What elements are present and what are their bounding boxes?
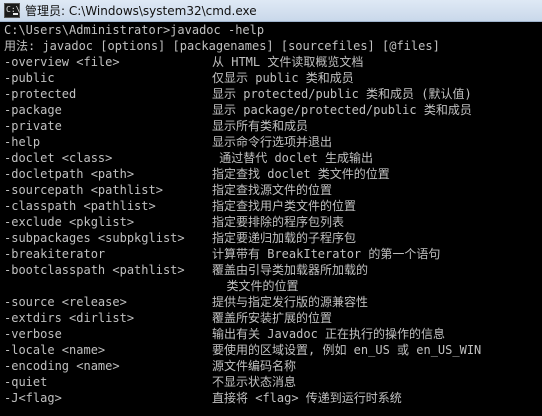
option-description: 类文件的位置 [212,279,299,293]
cmd-window: C:\ 管理员: C:\Windows\system32\cmd.exe C:\… [0,0,542,416]
option-description: 仅显示 public 类和成员 [212,71,354,85]
option-description: 提供与指定发行版的源兼容性 [212,295,369,309]
window-title: 管理员: C:\Windows\system32\cmd.exe [25,4,257,18]
option-name: -package [4,103,62,117]
option-row: -docletpath <path> 指定查找 doclet 类文件的位置 [0,166,542,182]
option-row: -overview <file> 从 HTML 文件读取概览文档 [0,54,542,70]
option-row: -package 显示 package/protected/public 类和成… [0,102,542,118]
option-row: -J<flag> 直接将 <flag> 传递到运行时系统 [0,390,542,406]
option-description: 指定查找用户类文件的位置 [212,199,357,213]
option-name: -exclude <pkglist> [4,215,135,229]
option-row: -breakiterator 计算带有 BreakIterator 的第一个语句 [0,246,542,262]
option-name: -bootclasspath <pathlist> [4,263,185,277]
option-name: -help [4,135,41,149]
option-row: -verbose 输出有关 Javadoc 正在执行的操作的信息 [0,326,542,342]
option-name: -quiet [4,375,48,389]
title-bar[interactable]: C:\ 管理员: C:\Windows\system32\cmd.exe [0,0,542,22]
option-name: -encoding <name> [4,359,120,373]
option-description: 指定要排除的程序包列表 [212,215,345,229]
option-name: -locale <name> [4,343,106,357]
option-name: -extdirs <dirlist> [4,311,135,325]
option-description: 显示命令行选项并退出 [212,135,333,149]
option-name: -overview <file> [4,55,120,69]
option-row: -locale <name> 要使用的区域设置, 例如 en_US 或 en_U… [0,342,542,358]
option-description: 指定查找 doclet 类文件的位置 [212,167,390,181]
option-name: -source <release> [4,295,127,309]
option-row: -subpackages <subpkglist> 指定要递归加载的子程序包 [0,230,542,246]
option-description: 从 HTML 文件读取概览文档 [212,55,364,69]
option-row: -help 显示命令行选项并退出 [0,134,542,150]
cmd-icon-cursor [13,13,18,15]
option-name: -sourcepath <pathlist> [4,183,163,197]
option-description: 显示 protected/public 类和成员 (默认值) [212,87,472,101]
usage-line: 用法: javadoc [options] [packagenames] [so… [4,39,440,53]
cmd-icon[interactable]: C:\ [4,3,20,18]
option-description: 直接将 <flag> 传递到运行时系统 [212,391,402,405]
option-name: -breakiterator [4,247,106,261]
option-row: -doclet <class> 通过替代 doclet 生成输出 [0,150,542,166]
option-description: 显示 package/protected/public 类和成员 [212,103,472,117]
console-output[interactable]: C:\Users\Administrator>javadoc -help 用法:… [0,22,542,416]
option-row: -exclude <pkglist> 指定要排除的程序包列表 [0,214,542,230]
option-name: -subpackages <subpkglist> [4,231,185,245]
option-name: -protected [4,87,77,101]
option-row: -encoding <name> 源文件编码名称 [0,358,542,374]
option-row: -private 显示所有类和成员 [0,118,542,134]
option-row: -protected 显示 protected/public 类和成员 (默认值… [0,86,542,102]
option-description: 源文件编码名称 [212,359,297,373]
option-row: -source <release> 提供与指定发行版的源兼容性 [0,294,542,310]
option-description: 不显示状态消息 [212,375,297,389]
option-description: 输出有关 Javadoc 正在执行的操作的信息 [212,327,446,341]
option-row: -sourcepath <pathlist> 指定查找源文件的位置 [0,182,542,198]
option-row: -extdirs <dirlist> 覆盖所安装扩展的位置 [0,310,542,326]
option-description: 通过替代 doclet 生成输出 [212,151,374,165]
option-name: -J<flag> [4,391,62,405]
option-description: 指定要递归加载的子程序包 [212,231,357,245]
option-row: -public 仅显示 public 类和成员 [0,70,542,86]
option-row: -quiet 不显示状态消息 [0,374,542,390]
option-description: 覆盖所安装扩展的位置 [212,311,333,325]
option-name: -public [4,71,55,85]
option-name: -private [4,119,62,133]
option-name: -docletpath <path> [4,167,135,181]
option-name: -classpath <pathlist> [4,199,156,213]
option-description: 指定查找源文件的位置 [212,183,333,197]
option-description: 显示所有类和成员 [212,119,309,133]
option-row: -classpath <pathlist> 指定查找用户类文件的位置 [0,198,542,214]
option-description: 计算带有 BreakIterator 的第一个语句 [212,247,441,261]
option-name: -verbose [4,327,62,341]
option-row: -bootclasspath <pathlist> 覆盖由引导类加载器所加载的 [0,262,542,278]
option-description: 覆盖由引导类加载器所加载的 [212,263,369,277]
option-row-continuation: 类文件的位置 [0,278,542,294]
option-name: -doclet <class> [4,151,113,165]
command-line: C:\Users\Administrator>javadoc -help [4,23,265,37]
option-description: 要使用的区域设置, 例如 en_US 或 en_US_WIN [212,343,482,357]
